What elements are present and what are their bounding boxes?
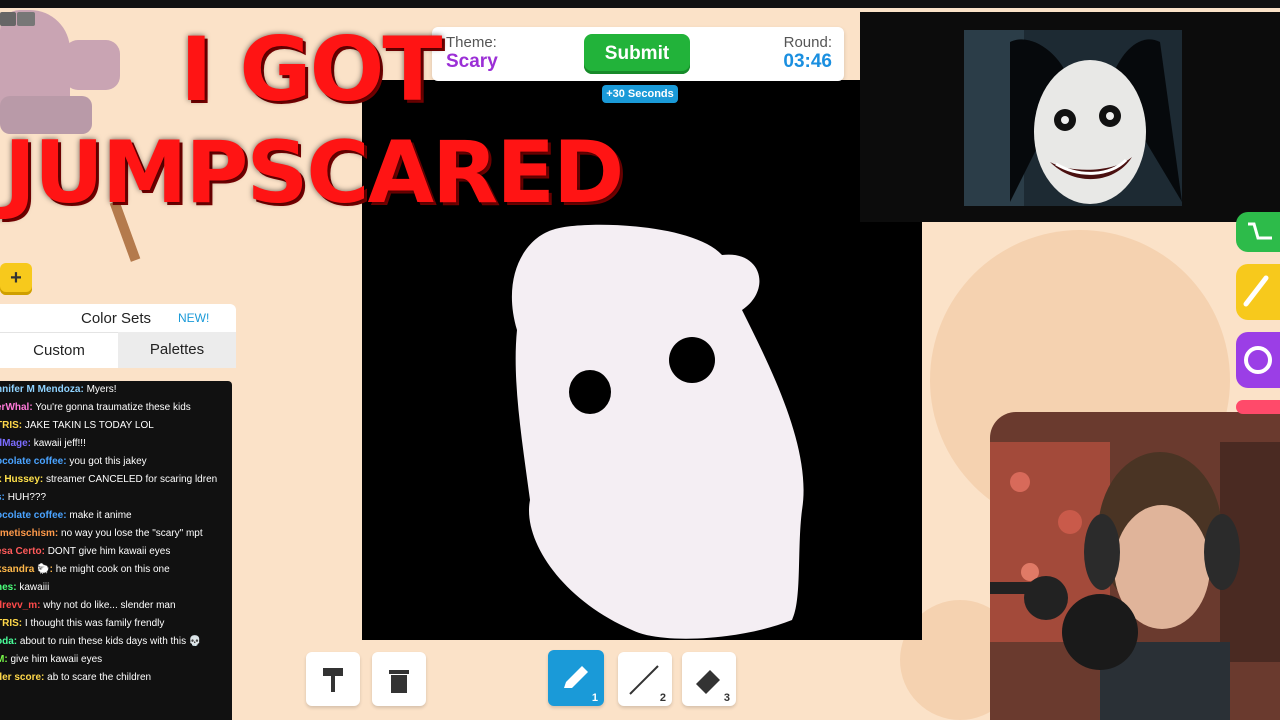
chat-text: give him kawaii eyes	[10, 654, 103, 665]
chat-text: DONT give him kawaii eyes	[47, 546, 171, 557]
tab-palettes[interactable]: Palettes	[118, 332, 236, 368]
chat-text: about to ruin these kids days with this …	[19, 636, 202, 647]
chat-message: der score: ab to scare the children	[0, 669, 232, 687]
chat-text: no way you lose the "scary" mpt	[61, 528, 203, 539]
chat-username: drevv_m:	[0, 600, 41, 611]
eraser-shortcut: 3	[723, 692, 730, 704]
thumbnail-title-line2: JUMPSCARED	[4, 123, 624, 223]
round-header: Theme: Scary Submit Round: 03:46	[432, 27, 844, 81]
chat-text: streamer CANCELED for scaring ldren	[46, 474, 218, 485]
chat-message: dMage: kawaii jeff!!!	[0, 435, 232, 453]
scary-face	[1034, 60, 1146, 204]
pencil-icon	[564, 666, 588, 688]
chat-message: drevv_m: why not do like... slender man	[0, 597, 232, 615]
color-sets-panel: Color Sets NEW! Custom Palettes	[0, 304, 236, 368]
theme-label: Theme:	[446, 34, 497, 51]
pencil-tool-button[interactable]: 1	[548, 650, 604, 706]
ghost-eye-right	[669, 337, 715, 383]
chat-message: esa Certo: DONT give him kawaii eyes	[0, 543, 232, 561]
chat-message: nnifer M Mendoza: Myers!	[0, 381, 232, 399]
chat-text: You're gonna traumatize these kids	[35, 402, 191, 413]
pinwheel-icon	[1244, 346, 1272, 374]
chat-text: kawaii jeff!!!	[33, 438, 86, 449]
chat-username: ocolate coffee:	[0, 456, 67, 467]
thumbnail-title-line1: I GOT	[180, 18, 442, 121]
cart-icon	[1248, 222, 1272, 240]
color-sets-title: Color Sets	[81, 310, 152, 327]
fill-tool-button[interactable]	[306, 652, 360, 706]
chat-username: rmetischism:	[0, 528, 59, 539]
line-shortcut: 2	[659, 692, 666, 704]
chat-message: TRIS: JAKE TAKIN LS TODAY LOL	[0, 417, 232, 435]
pencil-shortcut: 1	[591, 692, 598, 704]
line-tool-button[interactable]: 2	[618, 652, 672, 706]
add-color-button[interactable]: +	[0, 263, 32, 295]
round-timer: 03:46	[783, 51, 832, 72]
eraser-icon	[696, 670, 720, 694]
paint-button[interactable]	[1236, 264, 1280, 320]
chat-message: M: give him kawaii eyes	[0, 651, 232, 669]
chat-message: rmetischism: no way you lose the "scary"…	[0, 525, 232, 543]
chat-username: x Hussey:	[0, 474, 44, 485]
chat-text: HUH???	[7, 492, 47, 503]
chat-username: oda:	[0, 636, 18, 647]
chat-text: kawaiii	[19, 582, 50, 593]
chat-text: ab to scare the children	[47, 672, 152, 683]
stream-chat: nnifer M Mendoza: Myers!erWhal: You're g…	[0, 381, 232, 720]
streamer-webcam	[990, 412, 1280, 720]
chat-username: TRIS:	[0, 420, 23, 431]
chat-username: M:	[0, 654, 8, 665]
tab-custom[interactable]: Custom	[0, 332, 118, 368]
microphone	[1062, 594, 1138, 670]
menu-icon[interactable]	[0, 12, 16, 26]
chat-username: ocolate coffee:	[0, 510, 67, 521]
theme-value: Scary	[446, 51, 498, 72]
extra-button[interactable]	[1236, 400, 1280, 414]
chat-message: ocolate coffee: make it anime	[0, 507, 232, 525]
chat-text: I thought this was family frendly	[24, 618, 165, 629]
chat-message: s: HUH???	[0, 489, 232, 507]
spin-button[interactable]	[1236, 332, 1280, 388]
chat-text: he might cook on this one	[55, 564, 170, 575]
paint-roller-icon	[323, 668, 343, 692]
jumpscare-webcam	[860, 12, 1280, 222]
eraser-tool-button[interactable]: 3	[682, 652, 736, 706]
chat-username: der score:	[0, 672, 45, 683]
chat-text: make it anime	[69, 510, 132, 521]
top-strip	[0, 0, 1280, 8]
ghost-eye-left	[569, 370, 611, 414]
round-label: Round:	[783, 34, 832, 51]
chat-text: why not do like... slender man	[43, 600, 176, 611]
bonus-time-badge[interactable]: +30 Seconds	[602, 85, 678, 103]
chat-username: nnifer M Mendoza:	[0, 384, 84, 395]
chat-username: erWhal:	[0, 402, 33, 413]
chat-message: TRIS: I thought this was family frendly	[0, 615, 232, 633]
chat-message: erWhal: You're gonna traumatize these ki…	[0, 399, 232, 417]
chat-message: x Hussey: streamer CANCELED for scaring …	[0, 471, 232, 489]
chat-username: ksandra 🐑:	[0, 564, 53, 575]
line-icon	[629, 665, 659, 695]
chat-username: esa Certo:	[0, 546, 45, 557]
chat-message: ksandra 🐑: he might cook on this one	[0, 561, 232, 579]
chat-message: ocolate coffee: you got this jakey	[0, 453, 232, 471]
shop-button[interactable]	[1236, 212, 1280, 252]
notes-icon[interactable]	[17, 12, 35, 26]
chat-text: Myers!	[86, 384, 117, 395]
chat-text: you got this jakey	[69, 456, 147, 467]
submit-button[interactable]: Submit	[584, 34, 690, 74]
chat-username: dMage:	[0, 438, 31, 449]
background-rock	[64, 40, 120, 90]
chat-text: JAKE TAKIN LS TODAY LOL	[24, 420, 154, 431]
chat-username: s:	[0, 492, 5, 503]
brush-icon	[1243, 275, 1269, 307]
chat-message: oda: about to ruin these kids days with …	[0, 633, 232, 651]
trash-icon	[389, 670, 409, 693]
clear-canvas-button[interactable]	[372, 652, 426, 706]
new-badge: NEW!	[178, 311, 210, 325]
chat-message: nes: kawaiii	[0, 579, 232, 597]
chat-username: nes:	[0, 582, 17, 593]
chat-username: TRIS:	[0, 618, 23, 629]
